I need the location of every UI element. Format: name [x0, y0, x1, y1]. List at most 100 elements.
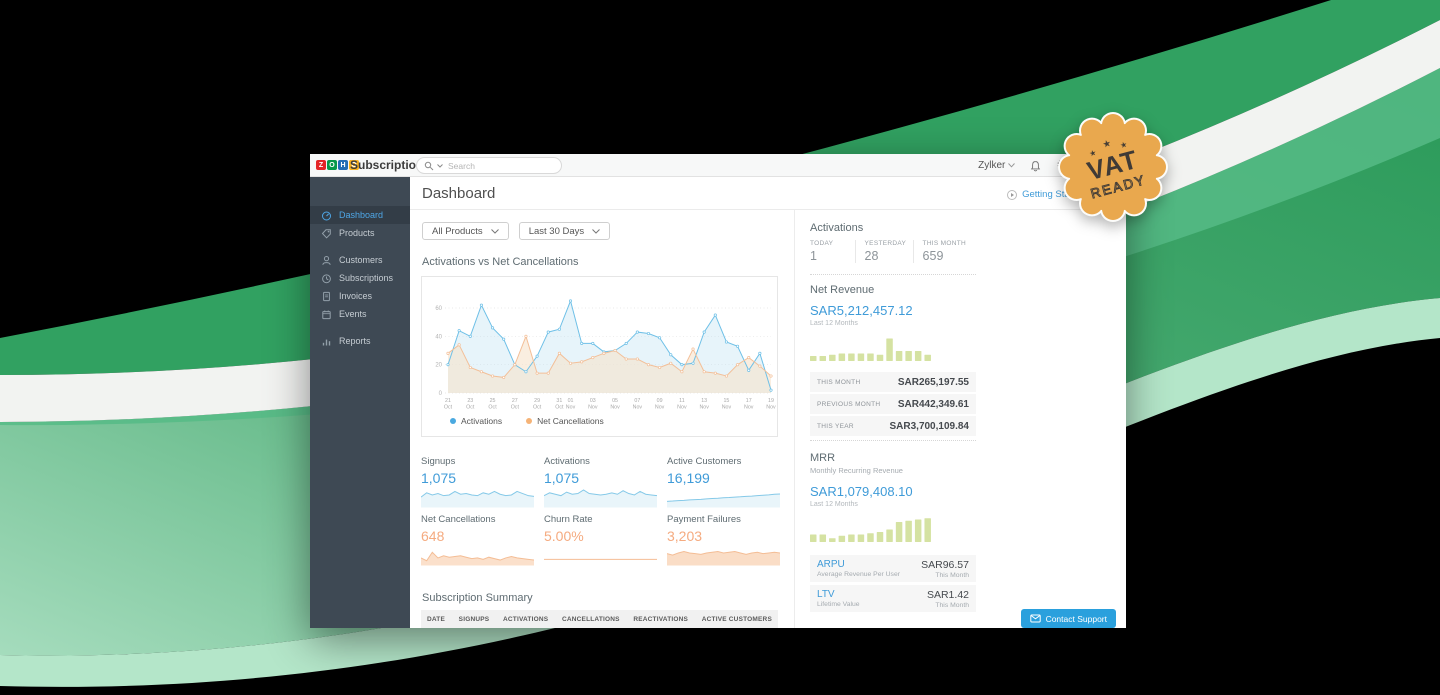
ltv-link[interactable]: LTV: [817, 589, 860, 600]
svg-text:Oct: Oct: [444, 405, 453, 411]
contact-support-button[interactable]: Contact Support: [1020, 609, 1116, 628]
sidebar-item-label: Dashboard: [339, 210, 384, 220]
metrics-panel: Activations TODAY 1 YESTERDAY 28 THIS MO…: [795, 210, 1126, 628]
net-cancellations-sparkline: [420, 551, 535, 566]
divider: [810, 440, 976, 441]
svg-text:Nov: Nov: [655, 405, 665, 411]
filters: All Products Last 30 Days: [422, 222, 611, 240]
net-revenue-row: THIS MONTH SAR265,197.55: [810, 372, 976, 392]
net-revenue-amount: SAR5,212,457.12: [810, 303, 913, 318]
product-filter-dropdown[interactable]: All Products: [422, 222, 509, 240]
svg-text:01: 01: [568, 398, 574, 404]
svg-text:07: 07: [634, 398, 640, 404]
contact-support-label: Contact Support: [1045, 613, 1107, 624]
activations-yesterday: YESTERDAY 28: [854, 240, 913, 263]
svg-text:Nov: Nov: [744, 405, 754, 411]
vat-ready-badge: ★ ★ ★ VAT READY: [1058, 112, 1168, 222]
kpi-label: Active Customers: [667, 456, 742, 467]
legend-activations[interactable]: Activations: [450, 416, 502, 426]
sidebar-item-reports[interactable]: Reports: [310, 332, 410, 350]
column-header-signups: SIGNUPS: [458, 615, 490, 623]
svg-text:17: 17: [746, 398, 752, 404]
svg-text:13: 13: [701, 398, 707, 404]
svg-text:19: 19: [768, 398, 774, 404]
sidebar-item-products[interactable]: Products: [310, 224, 410, 242]
date-range-filter-dropdown[interactable]: Last 30 Days: [518, 222, 611, 240]
svg-text:03: 03: [590, 398, 596, 404]
svg-text:Nov: Nov: [722, 405, 732, 411]
bell-icon[interactable]: [1030, 160, 1041, 172]
kpi-label: Payment Failures: [667, 514, 741, 525]
sidebar-item-subscriptions[interactable]: Subscriptions: [310, 269, 410, 287]
legend-dot-orange: [526, 418, 533, 424]
account-menu[interactable]: Zylker: [978, 160, 1016, 171]
sidebar-item-label: Subscriptions: [339, 273, 394, 283]
activations-breakdown: TODAY 1 YESTERDAY 28 THIS MONTH 659: [810, 240, 976, 263]
svg-text:0: 0: [439, 391, 443, 397]
net-revenue-bar-chart: [810, 338, 931, 361]
logo-tile: O: [327, 160, 337, 170]
search-scope-caret-icon: [437, 163, 443, 168]
search-bar[interactable]: [416, 157, 562, 174]
products-icon: [321, 228, 331, 239]
column-header-cancellations: CANCELLATIONS: [561, 615, 620, 623]
svg-text:40: 40: [435, 334, 442, 340]
activations-vs-cancellations-chart: 020406021Oct23Oct25Oct27Oct29Oct31Oct01N…: [435, 299, 776, 411]
chevron-down-icon: [490, 228, 499, 234]
arpu-link[interactable]: ARPU: [817, 559, 900, 570]
svg-text:Nov: Nov: [633, 405, 643, 411]
kpi-activations: Activations 1,075: [543, 456, 658, 513]
activations-panel-title: Activations: [810, 222, 864, 234]
sidebar-item-invoices[interactable]: Invoices: [310, 287, 410, 305]
svg-text:29: 29: [534, 398, 540, 404]
sidebar-item-dashboard[interactable]: Dashboard: [310, 206, 410, 224]
sidebar-item-customers[interactable]: Customers: [310, 251, 410, 269]
svg-text:21: 21: [445, 398, 451, 404]
kpi-value: 5.00%: [544, 528, 584, 544]
sidebar-item-events[interactable]: Events: [310, 305, 410, 323]
search-input[interactable]: [446, 159, 536, 172]
marketing-banner: Z O H O Subscriptions Zyl: [0, 0, 1440, 695]
chevron-down-icon: [1008, 163, 1016, 168]
divider: [810, 274, 976, 275]
play-icon: [1007, 189, 1018, 200]
logo-tile: Z: [316, 160, 326, 170]
date-range-value: Last 30 Days: [528, 225, 585, 237]
legend-net-cancellations[interactable]: Net Cancellations: [526, 416, 604, 426]
mrr-subtitle: Monthly Recurring Revenue: [810, 466, 903, 475]
svg-text:Nov: Nov: [766, 405, 776, 411]
kpi-signups: Signups 1,075: [420, 456, 535, 513]
activations-today: TODAY 1: [810, 240, 834, 263]
app-window: Z O H O Subscriptions Zyl: [310, 154, 1126, 628]
sidebar-item-label: Products: [339, 228, 375, 238]
product-filter-value: All Products: [432, 225, 483, 237]
ltv-row: LTV Lifetime Value SAR1.42 This Month: [810, 585, 976, 612]
mrr-metrics: ARPU Average Revenue Per User SAR96.57 T…: [810, 555, 976, 612]
envelope-icon: [1029, 614, 1041, 623]
kpi-label: Churn Rate: [544, 514, 593, 525]
svg-text:23: 23: [467, 398, 473, 404]
events-icon: [322, 309, 331, 319]
net-revenue-section: Net Revenue SAR5,212,457.12 Last 12 Mont…: [810, 284, 976, 438]
subscription-summary-header-row: DATE SIGNUPS ACTIVATIONS CANCELLATIONS R…: [421, 610, 778, 628]
legend-label: Activations: [461, 416, 503, 426]
svg-text:Oct: Oct: [488, 405, 497, 411]
chart-section-title: Activations vs Net Cancellations: [422, 256, 579, 268]
svg-text:60: 60: [435, 306, 442, 312]
payment-failures-sparkline: [666, 551, 781, 566]
active-customers-sparkline: [666, 493, 781, 508]
chevron-down-icon: [592, 228, 600, 234]
kpi-value: 16,199: [667, 470, 710, 486]
column-header-activations: ACTIVATIONS: [503, 615, 549, 623]
kpi-churn-rate: Churn Rate 5.00%: [544, 514, 657, 571]
legend-dot-blue: [450, 418, 456, 424]
chart-legend: Activations Net Cancellations: [450, 416, 604, 426]
svg-text:05: 05: [612, 398, 618, 404]
kpi-label: Signups: [421, 456, 456, 467]
sidebar-item-label: Reports: [339, 336, 371, 346]
activations-chart-card: 0 20 40 60 21 Oct 23 Oct 25 Oct 27 Oct 29 Oct 31 Oct 01 N…: [421, 276, 778, 437]
sidebar-item-label: Customers: [339, 255, 383, 265]
svg-text:31: 31: [556, 398, 562, 404]
page-title: Dashboard: [422, 185, 496, 202]
svg-text:Nov: Nov: [699, 405, 709, 411]
